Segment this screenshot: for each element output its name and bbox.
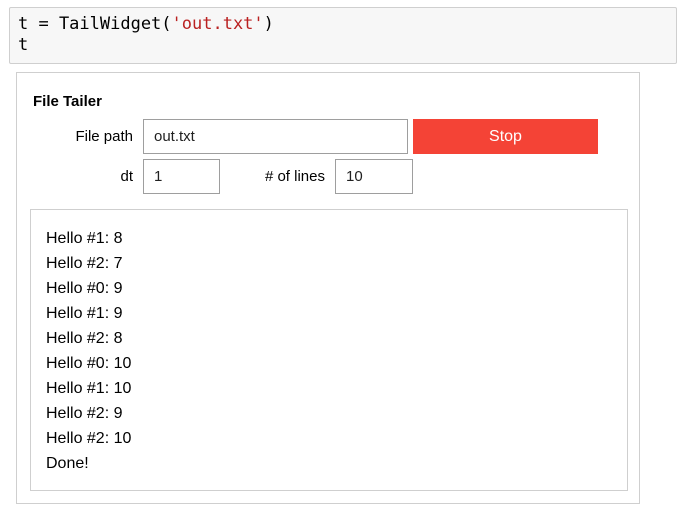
log-line: Hello #1: 9 (46, 305, 123, 322)
dt-input[interactable] (143, 159, 220, 194)
code-line-1: t = TailWidget('out.txt') (18, 14, 668, 35)
code-line-2: t (18, 35, 29, 55)
log-line: Hello #1: 10 (46, 380, 132, 397)
log-line: Hello #1: 8 (46, 230, 123, 247)
file-path-label: File path (75, 128, 133, 145)
lines-input[interactable] (335, 159, 413, 194)
log-line: Hello #0: 9 (46, 280, 123, 297)
lines-label: # of lines (264, 168, 325, 185)
log-line: Done! (46, 455, 89, 472)
code-text-close: ) (263, 14, 274, 34)
log-line: Hello #2: 9 (46, 405, 123, 422)
file-path-input[interactable] (143, 119, 408, 154)
widget-output-area: File Tailer File path Stop dt # of lines… (16, 72, 640, 504)
widget-title: File Tailer (33, 93, 102, 110)
stop-button[interactable]: Stop (413, 119, 598, 154)
log-line: Hello #2: 8 (46, 330, 123, 347)
dt-label: dt (120, 168, 133, 185)
code-string: 'out.txt' (171, 14, 264, 34)
log-line: Hello #0: 10 (46, 355, 132, 372)
log-line: Hello #2: 10 (46, 430, 132, 447)
log-line: Hello #2: 7 (46, 255, 123, 272)
code-text: t = TailWidget( (18, 14, 172, 34)
code-cell[interactable]: t = TailWidget('out.txt') t (9, 7, 677, 64)
log-output: Hello #1: 8 Hello #2: 7 Hello #0: 9 Hell… (30, 209, 628, 491)
